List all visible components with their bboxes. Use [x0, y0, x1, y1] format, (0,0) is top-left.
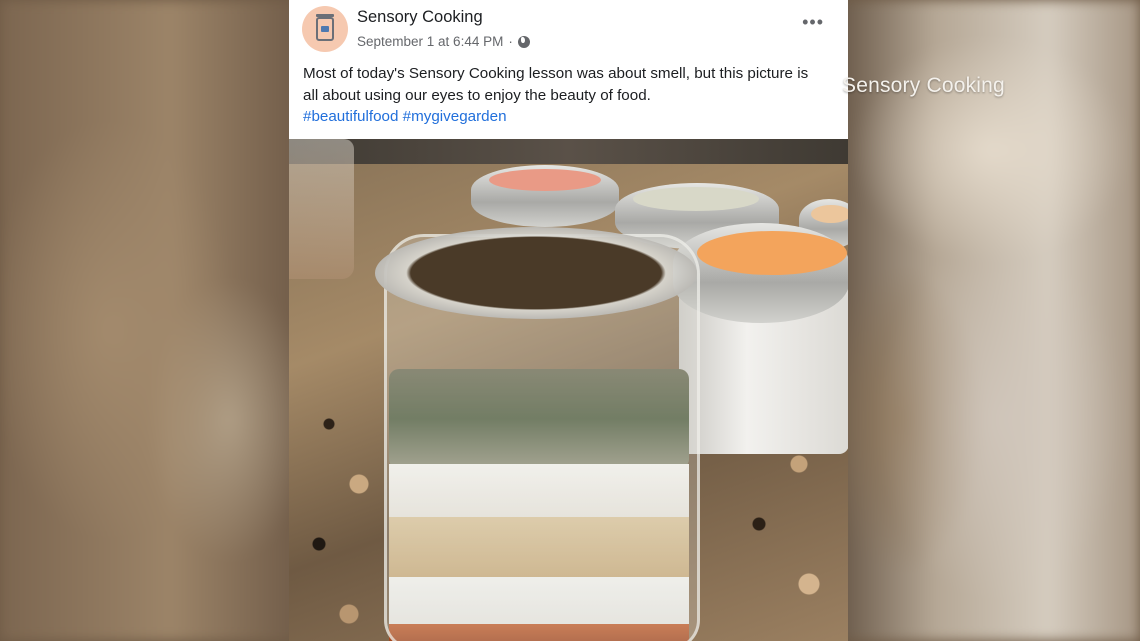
- meta-separator: ·: [508, 34, 513, 49]
- post-header: Sensory Cooking September 1 at 6:44 PM ·…: [289, 0, 848, 60]
- post-body: Most of today's Sensory Cooking lesson w…: [303, 63, 823, 125]
- page-name-link[interactable]: Sensory Cooking: [357, 8, 483, 27]
- jar-label: [633, 187, 759, 211]
- post-meta: September 1 at 6:44 PM ·: [357, 34, 530, 49]
- post-timestamp[interactable]: September 1 at 6:44 PM: [357, 34, 503, 49]
- post-photo[interactable]: [289, 139, 848, 641]
- globe-icon: [517, 35, 530, 48]
- jar-icon: [316, 14, 334, 41]
- jar-label: [489, 169, 601, 191]
- facebook-post: Sensory Cooking September 1 at 6:44 PM ·…: [289, 0, 848, 641]
- video-caption: Sensory Cooking: [842, 74, 1005, 97]
- hashtag-link[interactable]: #mygivegarden: [403, 108, 507, 125]
- hashtag-list: #beautifulfood #mygivegarden: [303, 106, 507, 128]
- blurred-jar: [289, 139, 354, 279]
- post-message: Most of today's Sensory Cooking lesson w…: [303, 65, 809, 104]
- jar-label: [811, 205, 848, 223]
- page-avatar[interactable]: [302, 6, 348, 52]
- more-options-button[interactable]: •••: [802, 12, 824, 33]
- hashtag-link[interactable]: #beautifulfood: [303, 108, 398, 125]
- jar-label: [697, 231, 847, 275]
- jar-rim: [375, 227, 697, 319]
